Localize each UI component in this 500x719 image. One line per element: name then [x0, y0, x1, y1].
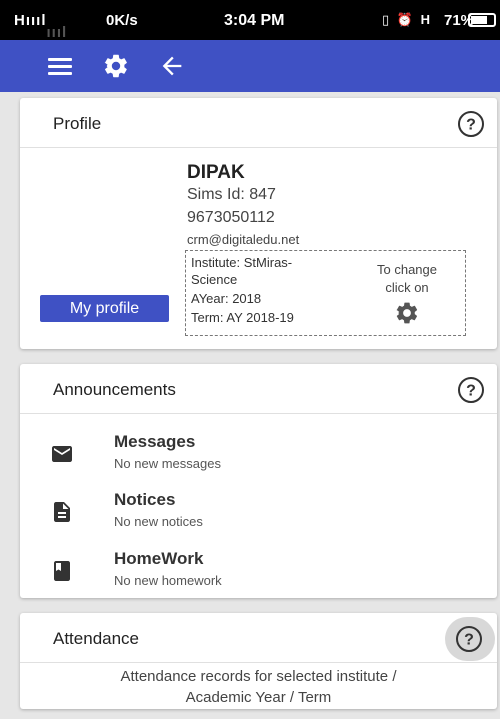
student-name: DIPAK	[187, 162, 245, 183]
settings-gear-icon[interactable]	[101, 52, 131, 80]
attendance-card: Attendance ? Attendance records for sele…	[20, 613, 497, 709]
book-icon	[50, 559, 74, 583]
signal-indicator: Hıııl ıııl	[14, 12, 68, 41]
profile-title: Profile	[53, 114, 102, 133]
my-profile-button[interactable]: My profile	[40, 295, 169, 322]
phone-number: 9673050112	[187, 209, 275, 226]
attendance-header: Attendance ?	[20, 613, 497, 663]
academic-year: AYear: 2018	[191, 291, 262, 306]
signal-label: H	[14, 12, 26, 29]
change-hint-line-2: click on	[385, 280, 429, 295]
attendance-description-line-2: Academic Year / Term	[185, 689, 332, 706]
announcement-messages[interactable]: Messages No new messages	[20, 430, 497, 480]
help-icon[interactable]: ?	[457, 110, 485, 138]
announcement-title: Notices	[114, 490, 176, 509]
svg-text:?: ?	[464, 632, 474, 649]
battery-fill	[471, 16, 487, 24]
app-bar	[0, 40, 500, 92]
attendance-description-line-1: Attendance records for selected institut…	[120, 668, 397, 685]
announcement-notices[interactable]: Notices No new notices	[20, 488, 497, 538]
announcements-header: Announcements ?	[20, 364, 497, 414]
profile-header: Profile ?	[20, 98, 497, 148]
menu-icon[interactable]	[46, 52, 76, 80]
svg-text:?: ?	[466, 383, 476, 400]
institute-info-box: Institute: StMiras- Science AYear: 2018 …	[185, 250, 466, 336]
network-speed: 0K/s	[106, 12, 138, 29]
back-arrow-icon[interactable]	[157, 52, 187, 80]
profile-card: Profile ? DIPAK Sims Id: 847 9673050112 …	[20, 98, 497, 349]
change-settings-gear-icon[interactable]	[394, 300, 420, 326]
announcements-title: Announcements	[53, 380, 176, 399]
announcement-title: HomeWork	[114, 549, 204, 568]
document-icon	[50, 500, 74, 524]
announcement-title: Messages	[114, 432, 196, 451]
mail-icon	[50, 442, 74, 466]
help-icon[interactable]: ?	[455, 625, 483, 653]
email-address: crm@digitaledu.net	[187, 232, 300, 247]
svg-text:?: ?	[466, 117, 476, 134]
announcements-card: Announcements ? Messages No new messages…	[20, 364, 497, 598]
change-hint-line-1: To change	[377, 262, 437, 277]
announcement-homework[interactable]: HomeWork No new homework	[20, 547, 497, 597]
term: Term: AY 2018-19	[191, 310, 294, 325]
sims-id: Sims Id: 847	[187, 186, 276, 203]
institute-line-2: Science	[191, 272, 238, 287]
attendance-title: Attendance	[53, 629, 140, 648]
announcement-subtitle: No new messages	[114, 456, 221, 471]
announcement-subtitle: No new notices	[114, 514, 203, 529]
status-bar: Hıııl ıııl 0K/s 3:04 PM ▯ ⏰ H 71%	[0, 0, 500, 41]
announcement-subtitle: No new homework	[114, 573, 222, 588]
status-icons: ▯ ⏰ H	[382, 12, 432, 27]
institute-line-1: Institute: StMiras-	[191, 255, 293, 270]
clock-time: 3:04 PM	[224, 12, 285, 29]
help-icon[interactable]: ?	[457, 376, 485, 404]
battery-icon	[468, 13, 496, 27]
